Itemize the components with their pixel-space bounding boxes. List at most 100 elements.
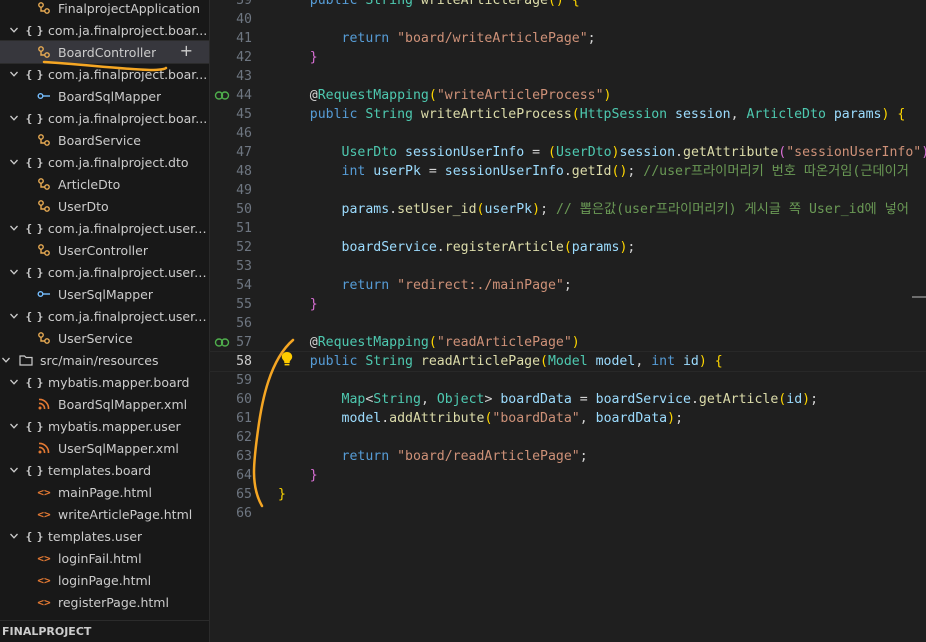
tree-item[interactable]: { } com.ja.finalproject.dto [0, 151, 209, 173]
chevron-down-icon[interactable] [8, 112, 20, 124]
tree-item[interactable]: { } com.ja.finalproject.user.... [0, 217, 209, 239]
chevron-down-icon[interactable] [8, 420, 20, 432]
code-line[interactable]: 65} [210, 485, 926, 504]
code-line[interactable]: 49 [210, 181, 926, 200]
code-line[interactable]: 44 @RequestMapping("writeArticleProcess"… [210, 86, 926, 105]
line-number: 56 [236, 316, 252, 331]
tree-item[interactable]: <> writeArticlePage.html [0, 503, 209, 525]
chevron-down-icon[interactable] [8, 68, 20, 80]
tree-item[interactable]: ArticleDto [0, 173, 209, 195]
tree-item[interactable]: BoardSqlMapper [0, 85, 209, 107]
code-line[interactable]: 62 [210, 428, 926, 447]
tree-item[interactable]: <> loginFail.html [0, 547, 209, 569]
line-number: 53 [236, 259, 252, 274]
tree-item[interactable]: <> mainPage.html [0, 481, 209, 503]
html-file-icon: <> [37, 485, 51, 499]
tree-item[interactable]: { } mybatis.mapper.board [0, 371, 209, 393]
tree-item[interactable]: UserSqlMapper [0, 283, 209, 305]
code-line[interactable]: 60 Map<String, Object> boardData = board… [210, 390, 926, 409]
tree-item[interactable]: UserDto [0, 195, 209, 217]
code-line[interactable]: 54 return "redirect:./mainPage"; [210, 276, 926, 295]
code-line[interactable]: 61 model.addAttribute("boardData", board… [210, 409, 926, 428]
code-line[interactable]: 46 [210, 124, 926, 143]
tree-item[interactable]: { } templates.board [0, 459, 209, 481]
code-token: setUser_id [397, 202, 477, 217]
code-text: } [278, 295, 318, 314]
chevron-down-icon[interactable] [8, 156, 20, 168]
tree-item[interactable]: UserController [0, 239, 209, 261]
tree-item[interactable]: { } com.ja.finalproject.user.... [0, 261, 209, 283]
tree-item[interactable]: { } com.ja.finalproject.boar... [0, 107, 209, 129]
add-icon[interactable]: + [180, 43, 193, 59]
interface-icon [36, 286, 52, 302]
package-icon: { } [25, 265, 43, 279]
code-token: { [571, 0, 580, 8]
code-line[interactable]: 43 [210, 67, 926, 86]
code-token: ) [881, 107, 898, 122]
code-line[interactable]: 51 [210, 219, 926, 238]
chevron-down-icon[interactable] [0, 354, 12, 366]
tree-item-label: com.ja.finalproject.user.... [47, 220, 209, 236]
chevron-down-icon[interactable] [8, 222, 20, 234]
code-token: Map [278, 392, 366, 407]
tree-item[interactable]: FinalprojectApplication [0, 0, 209, 19]
tree-item[interactable]: UserService [0, 327, 209, 349]
tree-item-label: FinalprojectApplication [58, 0, 201, 16]
code-line[interactable]: 55 } [210, 295, 926, 314]
line-number: 48 [236, 164, 252, 179]
code-token: ; [540, 202, 556, 217]
code-line[interactable]: 42 } [210, 48, 926, 67]
code-line[interactable]: 66 [210, 504, 926, 523]
package-icon: { } [25, 463, 44, 477]
tree-item[interactable]: UserSqlMapper.xml [0, 437, 209, 459]
code-line[interactable]: 63 return "board/readArticlePage"; [210, 447, 926, 466]
code-line[interactable]: 57 @RequestMapping("readArticlePage") [210, 333, 926, 352]
code-line[interactable]: 52 boardService.registerArticle(params); [210, 238, 926, 257]
bean-icon[interactable] [214, 88, 230, 103]
bean-icon[interactable] [214, 335, 230, 350]
line-number: 58 [236, 354, 252, 369]
code-line[interactable]: 47 UserDto sessionUserInfo = (UserDto)se… [210, 143, 926, 162]
code-line[interactable]: 39 public String writeArticlePage() { [210, 0, 926, 10]
html-file-icon: <> [37, 551, 51, 565]
code-line[interactable]: 59 [210, 371, 926, 390]
code-line[interactable]: 64 } [210, 466, 926, 485]
tree-item[interactable]: <> registerPage.html [0, 591, 209, 613]
code-text: model.addAttribute("boardData", boardDat… [278, 409, 684, 428]
code-line[interactable]: 58 public String readArticlePage(Model m… [209, 351, 926, 372]
tree-item[interactable]: BoardService [0, 129, 209, 151]
tree-item[interactable]: BoardController + [0, 40, 209, 64]
chevron-down-icon[interactable] [8, 530, 20, 542]
chevron-down-icon[interactable] [8, 266, 20, 278]
tree-item[interactable]: { } templates.user [0, 525, 209, 547]
lightbulb-icon[interactable] [280, 351, 294, 367]
chevron-down-icon[interactable] [8, 24, 20, 36]
tree-item[interactable]: { } com.ja.finalproject.boar... [0, 19, 209, 41]
code-line[interactable]: 40 [210, 10, 926, 29]
tree-item[interactable]: src/main/resources [0, 349, 209, 371]
tree-item[interactable]: <> loginPage.html [0, 569, 209, 591]
chevron-down-icon[interactable] [8, 464, 20, 476]
tree-item[interactable]: { } com.ja.finalproject.user.... [0, 305, 209, 327]
tree-item[interactable]: { } mybatis.mapper.user [0, 415, 209, 437]
explorer-project-header[interactable]: FINALPROJECT [0, 620, 209, 642]
code-token: //user프라이머리키 번호 따온거임(근데이거 [643, 164, 909, 179]
chevron-down-icon[interactable] [8, 310, 20, 322]
code-token: ) [603, 88, 612, 103]
code-line[interactable]: 53 [210, 257, 926, 276]
line-number: 64 [236, 468, 252, 483]
code-line[interactable]: 50 params.setUser_id(userPk); // 뽑은값(use… [210, 200, 926, 219]
tree-item[interactable]: { } com.ja.finalproject.boar... [0, 63, 209, 85]
code-token: int [651, 354, 683, 369]
code-line[interactable]: 41 return "board/writeArticlePage"; [210, 29, 926, 48]
code-token: ArticleDto [746, 107, 834, 122]
code-line[interactable]: 45 public String writeArticleProcess(Htt… [210, 105, 926, 124]
tree-item[interactable]: BoardSqlMapper.xml [0, 393, 209, 415]
code-line[interactable]: 48 int userPk = sessionUserInfo.getId();… [210, 162, 926, 181]
tree-item-label: UserSqlMapper.xml [58, 440, 179, 456]
code-line[interactable]: 56 [210, 314, 926, 333]
code-editor[interactable]: 39 public String writeArticlePage() {40 4… [209, 0, 926, 642]
tree-item-label: com.ja.finalproject.user.... [47, 264, 209, 280]
code-token: { [714, 354, 723, 369]
chevron-down-icon[interactable] [8, 376, 20, 388]
